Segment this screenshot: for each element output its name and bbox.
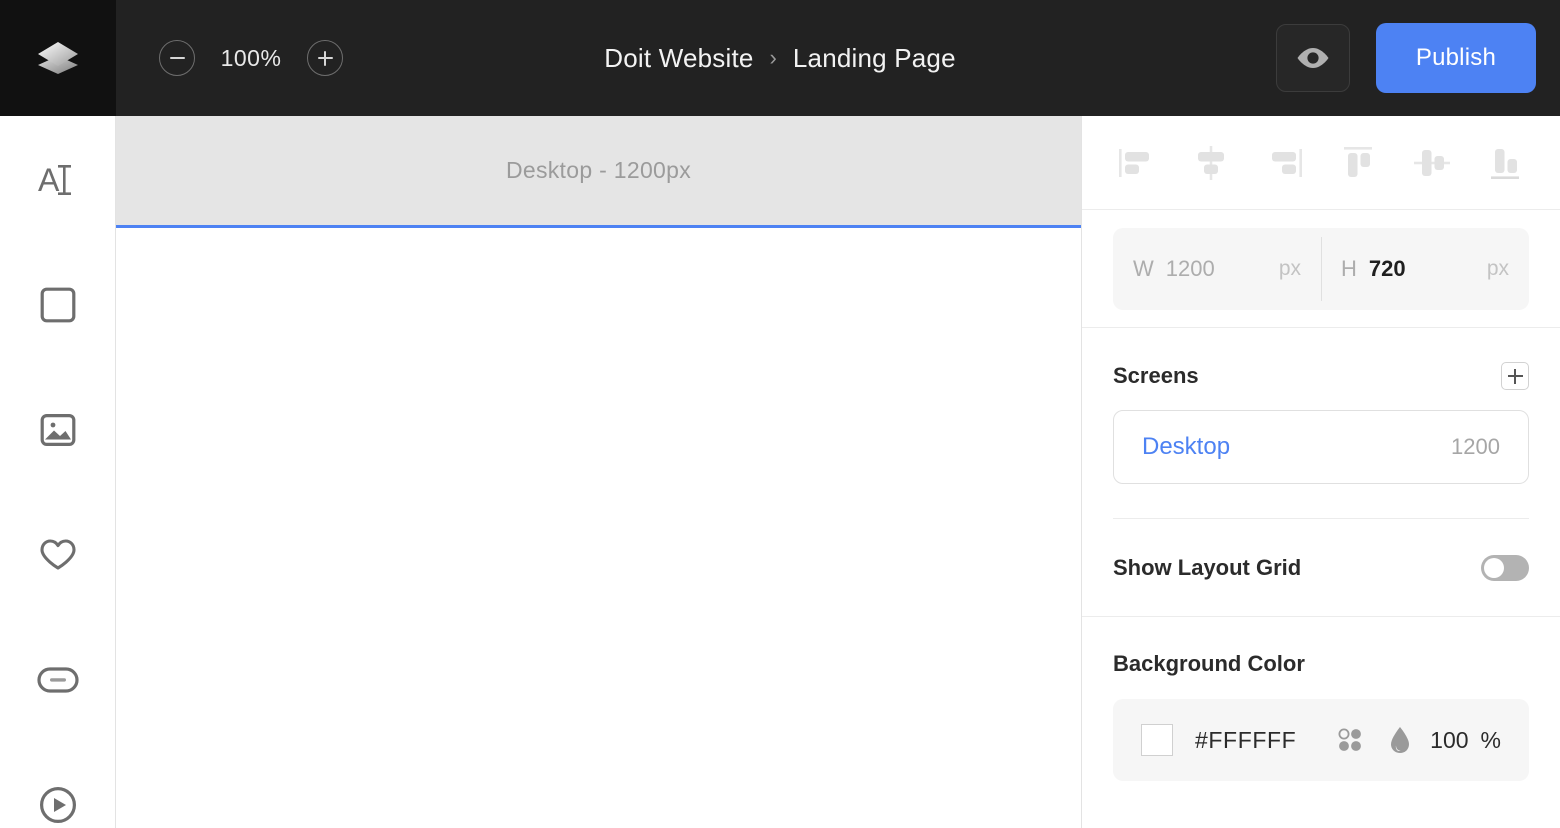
top-bar-actions: Publish: [1275, 0, 1536, 116]
app-logo[interactable]: [0, 0, 116, 116]
align-center-horizontal-button[interactable]: [1174, 133, 1248, 193]
align-right-button[interactable]: [1247, 133, 1321, 193]
color-hex-value[interactable]: #FFFFFF: [1195, 727, 1296, 754]
color-palette-dots-button[interactable]: [1336, 726, 1364, 754]
minus-icon: [169, 56, 185, 60]
screens-list: Desktop 1200: [1113, 410, 1529, 484]
square-icon: [40, 287, 75, 322]
width-field[interactable]: W 1200 px: [1113, 228, 1321, 310]
top-bar: 100% Doit Website › Landing Page Publish: [0, 0, 1560, 116]
background-color-title: Background Color: [1113, 651, 1305, 676]
text-cursor-icon: A: [38, 162, 71, 198]
dimensions-row: W 1200 px H 720 px: [1082, 210, 1560, 328]
align-center-vertical-button[interactable]: [1395, 133, 1469, 193]
layout-grid-label: Show Layout Grid: [1113, 554, 1302, 580]
image-icon: [40, 413, 75, 446]
breadcrumb-parent[interactable]: Doit Website: [604, 43, 753, 74]
align-bottom-button[interactable]: [1468, 133, 1542, 193]
zoom-out-button[interactable]: [159, 40, 195, 76]
image-tool-button[interactable]: [34, 406, 82, 453]
color-swatch[interactable]: [1141, 724, 1173, 756]
properties-panel: W 1200 px H 720 px Screens Desktop 1200 …: [1081, 116, 1560, 828]
heart-icon: [39, 538, 76, 570]
canvas-screen-header[interactable]: Desktop - 1200px: [116, 116, 1081, 228]
width-unit: px: [1278, 256, 1301, 280]
zoom-controls: 100%: [159, 40, 343, 76]
app-root: 100% Doit Website › Landing Page Publish: [0, 0, 1560, 828]
breadcrumb-current[interactable]: Landing Page: [793, 43, 956, 74]
align-top-icon: [1343, 146, 1372, 177]
button-tool-button[interactable]: [34, 656, 82, 703]
background-color-section: Background Color #FFFFFF 100 %: [1082, 617, 1560, 781]
background-color-row: #FFFFFF 100 %: [1113, 699, 1529, 781]
left-toolbar: A: [0, 116, 116, 828]
align-left-icon: [1118, 148, 1149, 177]
screen-item-name: Desktop: [1142, 433, 1231, 460]
shape-tool-button[interactable]: [34, 281, 82, 328]
color-palette-dots-icon: [1338, 728, 1362, 751]
width-label: W: [1133, 255, 1154, 281]
opacity-button[interactable]: [1388, 725, 1412, 755]
align-left-button[interactable]: [1100, 133, 1174, 193]
eye-icon: [1297, 48, 1329, 68]
opacity-value[interactable]: 100: [1430, 727, 1468, 754]
align-bottom-icon: [1491, 148, 1520, 179]
height-label: H: [1341, 255, 1357, 281]
canvas-screen-label: Desktop - 1200px: [505, 157, 692, 183]
screen-item-width: 1200: [1451, 434, 1500, 459]
text-tool-button[interactable]: A: [34, 156, 82, 203]
play-circle-icon: [39, 786, 76, 823]
height-field[interactable]: H 720 px: [1321, 228, 1529, 310]
water-drop-icon: [1391, 727, 1410, 753]
zoom-level-value: 100%: [220, 44, 282, 71]
screens-section: Screens Desktop 1200: [1082, 328, 1560, 519]
publish-button[interactable]: Publish: [1375, 23, 1536, 93]
layout-grid-row: Show Layout Grid: [1082, 519, 1560, 617]
button-pill-icon: [36, 666, 79, 693]
align-right-icon: [1272, 148, 1303, 177]
canvas-area[interactable]: Desktop - 1200px: [116, 116, 1081, 828]
screens-title: Screens: [1113, 363, 1199, 388]
layout-grid-toggle[interactable]: [1481, 554, 1529, 581]
screen-list-item[interactable]: Desktop 1200: [1113, 410, 1529, 484]
canvas-screen-body[interactable]: [116, 228, 1081, 825]
svg-text:A: A: [38, 162, 60, 198]
opacity-unit: %: [1480, 726, 1501, 753]
height-unit: px: [1486, 256, 1509, 280]
alignment-toolbar: [1082, 116, 1560, 210]
video-tool-button[interactable]: [34, 781, 82, 828]
align-center-h-icon: [1197, 145, 1224, 180]
layers-stack-logo-icon: [38, 42, 78, 74]
toggle-knob: [1484, 557, 1504, 578]
chevron-right-icon: ›: [769, 45, 777, 70]
align-center-v-icon: [1413, 149, 1450, 176]
align-top-button[interactable]: [1321, 133, 1395, 193]
favorites-tool-button[interactable]: [34, 531, 82, 578]
zoom-in-button[interactable]: [307, 40, 343, 76]
height-value: 720: [1368, 255, 1406, 281]
add-screen-button[interactable]: [1501, 362, 1529, 390]
width-value: 1200: [1165, 255, 1215, 281]
preview-button[interactable]: [1275, 24, 1350, 92]
dimensions-box: W 1200 px H 720 px: [1113, 227, 1529, 310]
screens-header: Screens: [1113, 328, 1529, 390]
